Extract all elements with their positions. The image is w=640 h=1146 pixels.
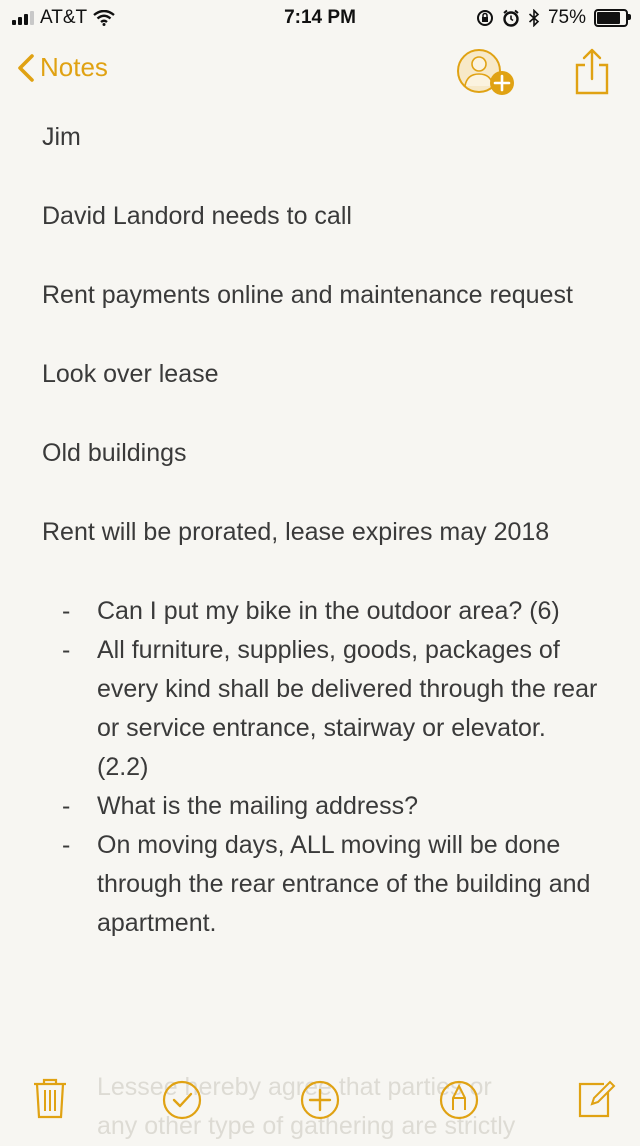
note-paragraph: Rent payments online and maintenance req… xyxy=(42,281,573,309)
add-icon[interactable] xyxy=(298,1076,342,1120)
battery-percent: 75% xyxy=(547,7,586,28)
bullet-text: All furniture, supplies, goods, packages… xyxy=(97,636,598,781)
checklist-icon[interactable] xyxy=(160,1076,204,1120)
bullet-dash: - xyxy=(62,597,71,625)
bullet-item: - All furniture, supplies, goods, package… xyxy=(42,631,602,787)
bluetooth-icon xyxy=(528,9,540,27)
trash-icon[interactable] xyxy=(28,1076,72,1120)
bullet-dash: - xyxy=(62,831,71,859)
bullet-item: - On moving days, ALL moving will be done… xyxy=(42,826,602,943)
bullet-list: - Can I put my bike in the outdoor area? … xyxy=(42,592,602,943)
back-button-label: Notes xyxy=(40,52,108,82)
compose-icon[interactable] xyxy=(574,1076,618,1120)
bullet-item: - Can I put my bike in the outdoor area? … xyxy=(42,592,602,631)
battery-icon xyxy=(594,9,631,27)
chevron-left-icon xyxy=(18,53,34,82)
share-icon[interactable] xyxy=(574,46,610,96)
bullet-text: Can I put my bike in the outdoor area? (… xyxy=(97,597,560,625)
battery-fill xyxy=(597,12,620,24)
alarm-icon xyxy=(503,9,519,27)
note-paragraph: Rent will be prorated, lease expires may… xyxy=(42,518,550,546)
note-paragraph: David Landord needs to call xyxy=(42,202,352,230)
bottom-toolbar: Lessee hereby agree that parties or any … xyxy=(0,1070,640,1140)
note-body[interactable]: Jim David Landord needs to call Rent pay… xyxy=(42,118,602,943)
add-person-icon[interactable] xyxy=(455,46,517,98)
bullet-dash: - xyxy=(62,792,71,820)
bullet-dash: - xyxy=(62,636,71,664)
markup-icon[interactable] xyxy=(437,1076,481,1120)
orientation-lock-icon xyxy=(476,10,493,26)
navigation-bar: Notes xyxy=(0,40,640,104)
bullet-text: On moving days, ALL moving will be done … xyxy=(97,831,591,937)
status-right: 75% xyxy=(476,7,631,29)
note-paragraph: Jim xyxy=(42,123,81,151)
bullet-text: What is the mailing address? xyxy=(97,792,418,820)
bullet-item: - What is the mailing address? xyxy=(42,787,602,826)
note-paragraph: Old buildings xyxy=(42,439,187,467)
back-button[interactable]: Notes xyxy=(16,52,108,83)
status-bar: AT&T 7:14 PM 75% xyxy=(0,0,640,36)
note-paragraph: Look over lease xyxy=(42,360,219,388)
